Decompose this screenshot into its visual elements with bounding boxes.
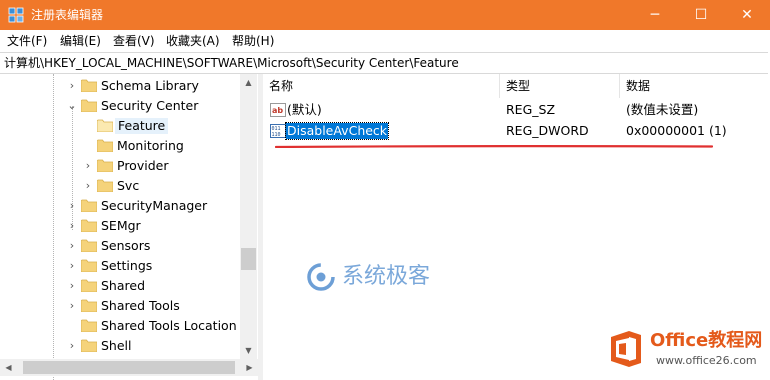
- annotation-underline: [275, 145, 713, 148]
- value-data: 0x00000001 (1): [626, 123, 727, 138]
- close-button[interactable]: ✕: [724, 0, 770, 30]
- dword-value-icon: 011 110: [270, 124, 286, 138]
- tree-item-monitoring[interactable]: Monitoring: [0, 136, 240, 156]
- menu-favorites[interactable]: 收藏夹(A): [166, 33, 220, 49]
- tree-item-feature[interactable]: Feature: [0, 116, 240, 136]
- tree-item-securitymanager[interactable]: › SecurityManager: [0, 196, 240, 216]
- value-type: REG_DWORD: [506, 123, 589, 138]
- value-row-default[interactable]: ab (默认) REG_SZ (数值未设置): [263, 100, 770, 120]
- folder-open-icon: [97, 119, 113, 132]
- folder-icon: [81, 79, 97, 92]
- expand-icon[interactable]: ›: [66, 259, 78, 273]
- tree-item-semgr[interactable]: › SEMgr: [0, 216, 240, 236]
- title-bar: 注册表编辑器 ─ ☐ ✕: [0, 0, 770, 30]
- value-name: (默认): [287, 102, 322, 117]
- scroll-thumb[interactable]: [241, 248, 256, 270]
- tree-item-shared-tools-location[interactable]: Shared Tools Location: [0, 316, 240, 336]
- value-type: REG_SZ: [506, 102, 556, 117]
- tree-item-shared-tools[interactable]: › Shared Tools: [0, 296, 240, 316]
- value-row-disableavcheck[interactable]: 011 110 DisableAvCheck REG_DWORD 0x00000…: [263, 121, 770, 141]
- tree-item-shell[interactable]: › Shell: [0, 336, 240, 356]
- tree-item-label: Svc: [117, 178, 140, 193]
- tree-item-sensors[interactable]: › Sensors: [0, 236, 240, 256]
- folder-open-icon: [81, 99, 97, 112]
- tree-horizontal-scrollbar[interactable]: ◀ ▶: [0, 359, 258, 376]
- watermark-text: 系统极客: [342, 264, 431, 289]
- regedit-icon: [8, 7, 24, 23]
- collapse-icon[interactable]: ⌄: [66, 99, 78, 113]
- string-value-icon: ab: [270, 103, 286, 117]
- scroll-up-icon[interactable]: ▲: [240, 74, 257, 91]
- folder-icon: [81, 219, 97, 232]
- folder-icon: [81, 339, 97, 352]
- folder-icon: [97, 139, 113, 152]
- minimize-button[interactable]: ─: [632, 0, 678, 30]
- menu-view[interactable]: 查看(V): [113, 33, 155, 49]
- tree-item-label: Shared: [101, 278, 146, 293]
- tree-item-label: Provider: [117, 158, 169, 173]
- tree-item-label: Shared Tools Location: [101, 318, 237, 333]
- tree-item-svc[interactable]: › Svc: [0, 176, 240, 196]
- expand-icon[interactable]: ›: [66, 279, 78, 293]
- tree-item-settings[interactable]: › Settings: [0, 256, 240, 276]
- value-data: (数值未设置): [626, 102, 699, 117]
- folder-icon: [81, 299, 97, 312]
- tree-item-label: Shared Tools: [101, 298, 180, 313]
- folder-icon: [81, 279, 97, 292]
- folder-icon: [97, 159, 113, 172]
- value-name: DisableAvCheck: [284, 122, 390, 140]
- expand-icon[interactable]: ›: [82, 159, 94, 173]
- watermark: 系统极客: [306, 262, 476, 292]
- tree-item-label: Feature: [115, 118, 169, 134]
- expand-icon[interactable]: ›: [66, 199, 78, 213]
- tree-item-label: SecurityManager: [101, 198, 208, 213]
- office-logo-icon: [611, 331, 641, 367]
- tree-item-shared[interactable]: › Shared: [0, 276, 240, 296]
- column-header-name[interactable]: 名称: [263, 74, 500, 98]
- tree-item-label: Monitoring: [117, 138, 184, 153]
- svg-text:ab: ab: [272, 106, 283, 115]
- registry-tree[interactable]: › Schema Library ⌄ Security Center Featu…: [0, 74, 258, 380]
- scroll-left-icon[interactable]: ◀: [0, 359, 17, 376]
- menu-file[interactable]: 文件(F): [7, 33, 47, 49]
- tree-item-provider[interactable]: › Provider: [0, 156, 240, 176]
- column-header-data[interactable]: 数据: [620, 74, 770, 98]
- tree-item-security-center[interactable]: ⌄ Security Center: [0, 96, 240, 116]
- tree-item-label: Schema Library: [101, 78, 199, 93]
- expand-icon[interactable]: ›: [66, 299, 78, 313]
- folder-icon: [81, 199, 97, 212]
- column-header-type[interactable]: 类型: [500, 74, 620, 98]
- tree-item-label: Settings: [101, 258, 153, 273]
- folder-icon: [81, 319, 97, 332]
- folder-icon: [97, 179, 113, 192]
- badge-url: www.office26.com: [656, 354, 757, 367]
- folder-icon: [81, 239, 97, 252]
- menu-edit[interactable]: 编辑(E): [60, 33, 101, 49]
- scroll-down-icon[interactable]: ▼: [240, 342, 257, 359]
- expand-icon[interactable]: ›: [66, 79, 78, 93]
- tree-item-label: SEMgr: [101, 218, 141, 233]
- site-badge: Office教程网 www.office26.com: [606, 327, 770, 374]
- expand-icon[interactable]: ›: [66, 339, 78, 353]
- address-path[interactable]: 计算机\HKEY_LOCAL_MACHINE\SOFTWARE\Microsof…: [4, 55, 459, 71]
- maximize-button[interactable]: ☐: [678, 0, 724, 30]
- tree-item-label: Security Center: [101, 98, 199, 113]
- tree-item-label: Sensors: [101, 238, 151, 253]
- menu-bar: 文件(F) 编辑(E) 查看(V) 收藏夹(A) 帮助(H): [0, 30, 770, 52]
- svg-text:110: 110: [272, 132, 281, 138]
- folder-icon: [81, 259, 97, 272]
- tree-item-schema-library[interactable]: › Schema Library: [0, 76, 240, 96]
- tree-item-label: Shell: [101, 338, 132, 353]
- scroll-thumb[interactable]: [23, 361, 235, 374]
- expand-icon[interactable]: ›: [82, 179, 94, 193]
- menu-help[interactable]: 帮助(H): [232, 33, 274, 49]
- watermark-logo-icon: [307, 263, 335, 291]
- scroll-right-icon[interactable]: ▶: [241, 359, 258, 376]
- tree-vertical-scrollbar[interactable]: ▲ ▼: [240, 74, 257, 359]
- expand-icon[interactable]: ›: [66, 239, 78, 253]
- expand-icon[interactable]: ›: [66, 219, 78, 233]
- address-bar[interactable]: 计算机\HKEY_LOCAL_MACHINE\SOFTWARE\Microsof…: [0, 52, 768, 74]
- window-title: 注册表编辑器: [31, 8, 104, 22]
- badge-title: Office教程网: [650, 330, 763, 351]
